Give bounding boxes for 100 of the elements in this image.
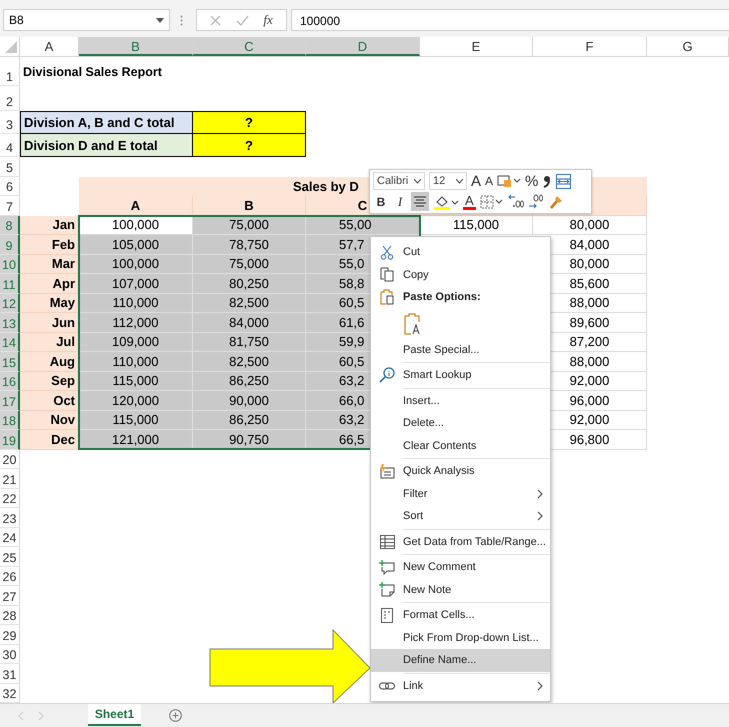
month-cell: Jul xyxy=(20,332,79,352)
row-header[interactable]: 8 xyxy=(0,216,20,235)
table-cell: 115,000 xyxy=(420,216,533,235)
row-header[interactable]: 22 xyxy=(0,488,20,508)
menu-item[interactable]: Filter xyxy=(371,482,550,505)
table-cell: 86,250 xyxy=(193,410,306,430)
format-painter-icon[interactable] xyxy=(548,194,564,210)
row-header[interactable]: 21 xyxy=(0,469,20,488)
month-cell: Sep xyxy=(20,372,79,391)
caret-icon xyxy=(414,178,421,184)
row-header[interactable]: 20 xyxy=(0,450,20,469)
fill-color-icon[interactable] xyxy=(433,194,459,210)
font-color-button[interactable]: A xyxy=(463,194,476,210)
align-center-icon xyxy=(414,196,426,207)
font-size-dropdown[interactable]: 12 xyxy=(429,172,467,190)
center-align-button[interactable] xyxy=(411,192,429,211)
column-header[interactable]: B xyxy=(79,37,193,56)
grip-icon xyxy=(180,14,183,26)
row-header[interactable]: 14 xyxy=(0,332,20,352)
dropdown-icon xyxy=(156,18,164,22)
row-header[interactable]: 13 xyxy=(0,313,20,332)
month-cell: Jan xyxy=(20,216,79,235)
row-header[interactable]: 26 xyxy=(0,566,20,586)
column-header[interactable]: G xyxy=(647,37,729,56)
name-box[interactable]: B8 xyxy=(3,9,170,31)
row-header[interactable]: 9 xyxy=(0,235,20,254)
column-header[interactable]: D xyxy=(306,37,420,56)
comma-style-icon[interactable] xyxy=(542,174,552,188)
check-icon[interactable] xyxy=(236,14,249,26)
quick-analysis-icon xyxy=(379,464,395,479)
table-cell: 90,000 xyxy=(193,391,306,410)
menu-item[interactable]: Pick From Drop-down List... xyxy=(371,626,550,649)
row-header[interactable]: 2 xyxy=(0,86,20,111)
decrease-decimal-icon[interactable] xyxy=(528,194,544,209)
row-header[interactable]: 11 xyxy=(0,274,20,294)
table-cell: 82,500 xyxy=(193,294,306,313)
column-header[interactable]: E xyxy=(420,37,533,56)
month-cell: Dec xyxy=(20,430,79,450)
table-cell: 120,000 xyxy=(79,391,193,410)
insert-function-button[interactable]: fx xyxy=(263,12,273,28)
row-header[interactable]: 23 xyxy=(0,508,20,528)
month-cell: Feb xyxy=(20,235,79,254)
row-header[interactable]: 17 xyxy=(0,391,20,410)
row-header[interactable]: 27 xyxy=(0,586,20,606)
row-header[interactable]: 10 xyxy=(0,254,20,274)
table-cell: 107,000 xyxy=(79,274,193,294)
font-dropdown[interactable]: Calibri xyxy=(373,172,425,190)
month-cell: Mar xyxy=(20,254,79,274)
report-title: Divisional Sales Report xyxy=(22,64,162,78)
total-label-cell: Division A, B and C total xyxy=(20,111,193,134)
increase-decimal-icon[interactable] xyxy=(508,194,524,209)
row-header[interactable]: 25 xyxy=(0,547,20,566)
menu-item[interactable]: Define Name... xyxy=(371,649,550,672)
row-header[interactable]: 24 xyxy=(0,528,20,547)
table-cell: 112,000 xyxy=(79,313,193,332)
row-header[interactable]: 30 xyxy=(0,644,20,664)
menu-item[interactable]: Quick Analysis xyxy=(371,460,550,482)
row-header[interactable]: 5 xyxy=(0,157,20,176)
table-icon xyxy=(380,534,394,549)
row-header[interactable]: 29 xyxy=(0,625,20,644)
row-header[interactable]: 1 xyxy=(0,57,20,86)
menu-item[interactable]: Get Data from Table/Range... xyxy=(371,530,550,553)
row-header[interactable]: 6 xyxy=(0,176,20,196)
menu-item[interactable]: New Note xyxy=(371,578,550,601)
column-header[interactable]: F xyxy=(533,37,647,56)
table-cell: 115,000 xyxy=(79,372,193,391)
scissors-icon xyxy=(380,244,394,260)
menu-item[interactable]: Link xyxy=(371,674,550,697)
sheet-tab[interactable]: Sheet1 xyxy=(88,704,141,726)
wrap-text-icon[interactable] xyxy=(556,174,572,188)
table-cell: 75,000 xyxy=(193,216,306,235)
month-cell: Apr xyxy=(20,274,79,294)
link-icon xyxy=(379,680,395,691)
shrink-font-button[interactable]: A xyxy=(485,175,494,187)
menu-item[interactable]: Sort xyxy=(371,505,550,528)
table-cell: 81,750 xyxy=(193,332,306,352)
menu-item[interactable]: New Comment xyxy=(371,556,550,578)
row-header[interactable]: 31 xyxy=(0,664,20,684)
copy-icon xyxy=(380,267,394,282)
note-icon xyxy=(379,582,395,598)
column-header[interactable]: C xyxy=(193,37,306,56)
row-header[interactable]: 12 xyxy=(0,294,20,313)
table-cell: 75,000 xyxy=(193,254,306,274)
row-header[interactable]: 19 xyxy=(0,430,20,450)
month-cell: Nov xyxy=(20,410,79,430)
cell-styles-icon[interactable] xyxy=(497,174,522,188)
percent-style-button[interactable]: % xyxy=(525,174,538,188)
row-header[interactable]: 15 xyxy=(0,352,20,372)
table-cell: 84,000 xyxy=(193,313,306,332)
row-header[interactable]: 18 xyxy=(0,410,20,430)
table-cell: 80,000 xyxy=(533,216,647,235)
menu-item[interactable]: Format Cells... xyxy=(371,604,550,626)
borders-icon[interactable] xyxy=(480,194,504,208)
add-sheet-icon[interactable] xyxy=(169,709,182,722)
search-icon xyxy=(379,367,395,384)
formula-field[interactable]: 100000 xyxy=(291,9,729,31)
grow-font-button[interactable]: A xyxy=(471,174,482,188)
row-header[interactable]: 28 xyxy=(0,606,20,625)
row-header[interactable]: 16 xyxy=(0,372,20,391)
total-value-cell: ? xyxy=(193,111,306,134)
